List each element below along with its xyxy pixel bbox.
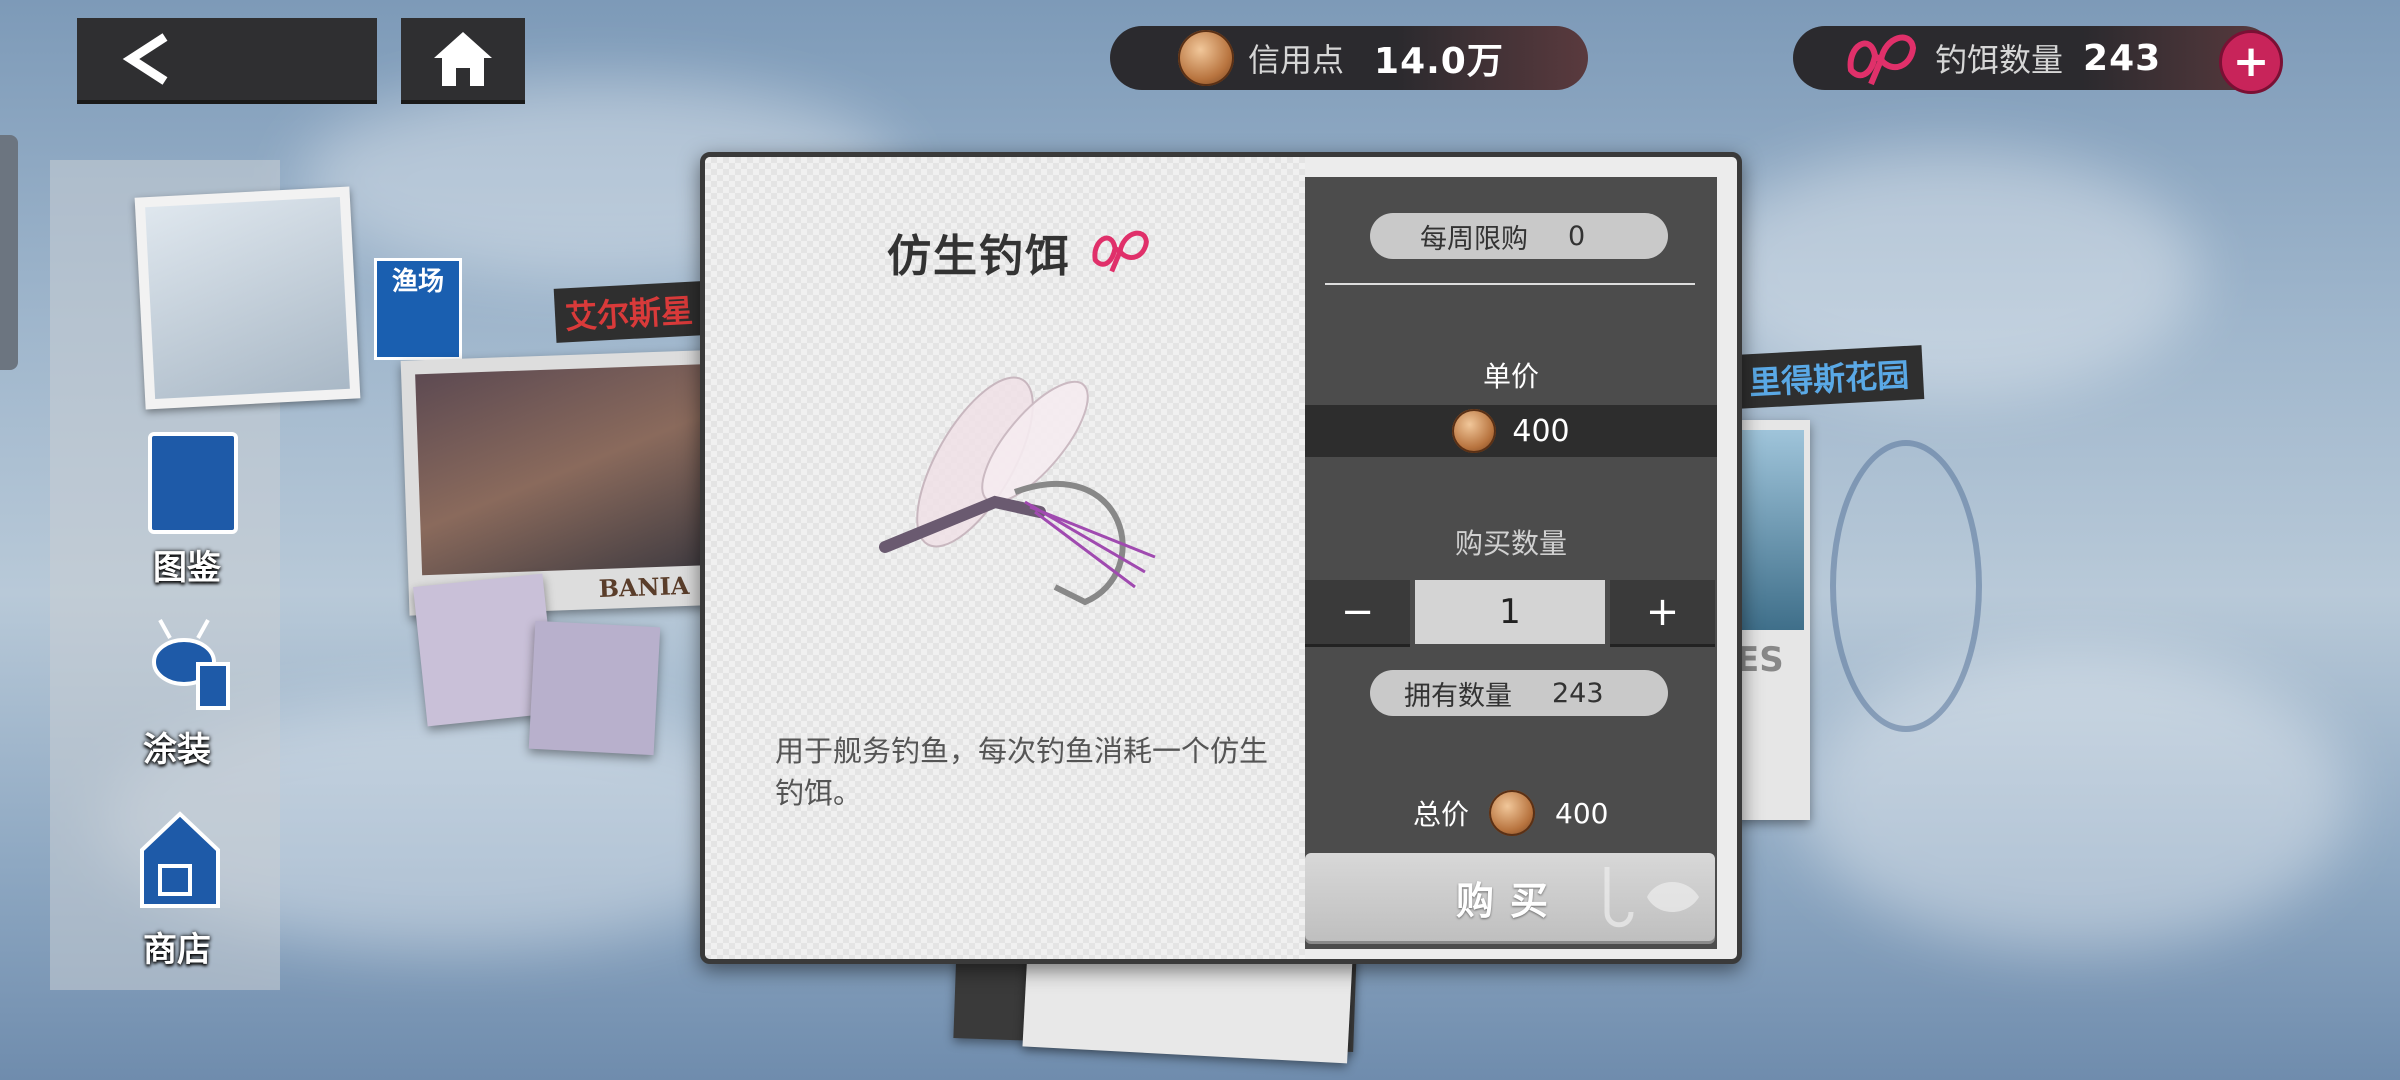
bionic-bait-image <box>879 376 1156 606</box>
paint-bug-icon[interactable] <box>140 614 236 714</box>
fish-hook-icon <box>1604 867 1699 928</box>
item-description: 用于舰务钓鱼，每次钓鱼消耗一个仿生钓饵。 <box>775 734 1269 810</box>
total-price: 总价 400 <box>1413 790 1608 836</box>
unit-price-bar: 400 <box>1305 405 1717 457</box>
home-icon <box>434 32 492 86</box>
quantity-label: 购买数量 <box>1454 527 1567 560</box>
weekly-limit: 每周限购 0 <box>1370 213 1668 259</box>
buy-button[interactable]: 购买 <box>1305 853 1715 941</box>
total-value: 400 <box>1555 796 1609 830</box>
credits-value: 14.0万 <box>1374 41 1504 82</box>
avatar[interactable] <box>134 186 361 410</box>
plus-icon: + <box>1645 589 1680 635</box>
unit-price-label: 单价 <box>1482 360 1539 393</box>
spot-card-left-caption: BANIA <box>598 570 690 604</box>
bait-icon <box>1092 230 1149 273</box>
fishing-spot-badge: 渔场 <box>374 258 462 360</box>
bait-count-display: 钓饵数量 243 + <box>1793 26 2283 94</box>
spot-card-left-title: 艾尔斯星 <box>553 281 705 343</box>
owned-label: 拥有数量 <box>1404 680 1512 712</box>
unit-price-value: 400 <box>1512 413 1570 449</box>
spot-card-right-title: 里得斯花园 <box>1733 345 1925 409</box>
sidebar-item-shop[interactable]: 商店 <box>102 922 252 971</box>
credit-coin-icon <box>1489 790 1536 836</box>
back-arrow-icon <box>122 33 168 85</box>
credits-label: 信用点 <box>1248 41 1345 79</box>
buy-label: 购买 <box>1455 878 1564 923</box>
minus-icon: − <box>1340 589 1375 635</box>
fish-book-icon[interactable] <box>148 432 238 534</box>
weekly-limit-label: 每周限购 <box>1420 223 1528 255</box>
item-name: 仿生钓饵 <box>887 231 1071 282</box>
spot-card-left[interactable]: BANIA <box>400 349 740 616</box>
credit-coin-icon <box>1178 30 1234 86</box>
spot-card-right-caption: ES <box>1736 640 1784 680</box>
home-button[interactable] <box>401 18 525 100</box>
owned-value: 243 <box>1552 677 1604 709</box>
decrease-quantity-button[interactable]: − <box>1305 580 1410 644</box>
credits-display: 信用点 14.0万 <box>1110 26 1588 90</box>
increase-quantity-button[interactable]: + <box>1610 580 1715 644</box>
item-info-panel: 仿生钓饵 用于舰务钓鱼，每次钓鱼消耗一个仿生钓饵。 <box>705 157 1305 959</box>
quantity-input[interactable]: 1 <box>1415 580 1605 644</box>
weekly-limit-value: 0 <box>1568 220 1586 252</box>
bait-label: 钓饵数量 <box>1935 41 2064 79</box>
credit-coin-icon <box>1452 409 1497 453</box>
shop-house-icon[interactable] <box>138 810 222 910</box>
side-drawer-handle[interactable] <box>0 135 18 370</box>
avatar-portrait <box>145 197 350 399</box>
sidebar-item-skins[interactable]: 涂装 <box>102 722 252 771</box>
back-button[interactable] <box>77 18 377 100</box>
divider <box>1325 283 1695 285</box>
owned-count: 拥有数量 243 <box>1370 670 1668 716</box>
compass-decor <box>1830 440 1982 732</box>
bait-value: 243 <box>2083 37 2162 79</box>
spot-photo-flower-2 <box>528 620 661 756</box>
add-bait-button[interactable]: + <box>2219 30 2283 94</box>
sidebar-item-collection[interactable]: 图鉴 <box>112 540 262 589</box>
plus-icon: + <box>2232 36 2270 87</box>
total-label: 总价 <box>1413 798 1470 831</box>
bait-icon <box>1847 34 1917 86</box>
